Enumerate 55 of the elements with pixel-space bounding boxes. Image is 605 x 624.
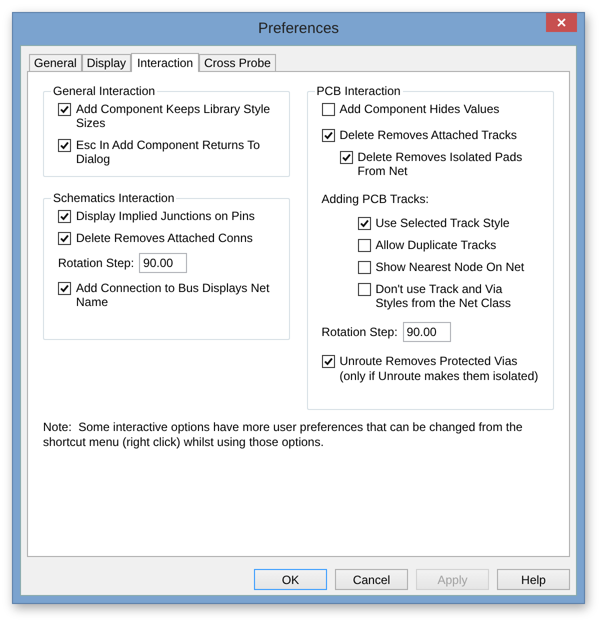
checkbox[interactable] — [322, 129, 334, 142]
dialog-button[interactable]: Cancel — [335, 569, 408, 590]
checkmark-icon — [60, 105, 69, 114]
section-label: Adding PCB Tracks: — [322, 191, 430, 208]
checkmark-icon — [60, 284, 69, 293]
checkbox-label[interactable]: Unroute Removes Protected Vias — [340, 354, 518, 368]
group-title: Schematics Interaction — [52, 190, 176, 207]
checkbox[interactable] — [58, 139, 71, 152]
field-label: Rotation Step: — [322, 324, 398, 341]
tab[interactable]: General — [29, 54, 82, 71]
close-button[interactable] — [546, 13, 577, 32]
option-note: (only if Unroute makes them isolated) — [340, 368, 539, 384]
checkbox[interactable] — [358, 283, 370, 296]
note-text: Note: Some interactive options have more user preferences that can be changed from the shortcut menu (right click) whilst using those options. — [43, 420, 524, 450]
checkbox-label[interactable]: Allow Duplicate Tracks — [376, 238, 496, 252]
group-title: PCB Interaction — [316, 83, 402, 100]
checkbox[interactable] — [358, 217, 370, 230]
checkmark-icon — [324, 357, 332, 366]
checkmark-icon — [60, 212, 69, 221]
checkbox-label[interactable]: Don't use Track and Via Styles from the Net Class — [376, 282, 526, 310]
checkbox[interactable] — [358, 261, 370, 274]
dialog-button[interactable]: OK — [254, 569, 327, 590]
tab[interactable]: Display — [82, 54, 132, 71]
checkbox[interactable] — [58, 282, 71, 295]
checkbox-label[interactable]: Delete Removes Attached Conns — [76, 231, 253, 245]
group-title: General Interaction — [52, 83, 156, 100]
field-label: Rotation Step: — [58, 255, 134, 272]
tab[interactable]: Interaction — [131, 53, 200, 72]
dialog-button[interactable]: Help — [497, 569, 570, 590]
rotation-step-field[interactable]: 90.00 — [139, 253, 188, 273]
checkbox-label[interactable]: Add Component Keeps Library Style Sizes — [76, 102, 274, 130]
checkbox-label[interactable]: Add Connection to Bus Displays Net Name — [76, 281, 274, 309]
checkbox[interactable] — [58, 103, 71, 116]
checkbox[interactable] — [322, 103, 334, 116]
checkbox[interactable] — [58, 210, 71, 223]
checkbox-label[interactable]: Add Component Hides Values — [340, 102, 500, 116]
tab[interactable]: Cross Probe — [199, 54, 276, 71]
checkmark-icon — [60, 234, 69, 243]
checkbox[interactable] — [358, 239, 370, 252]
close-icon — [557, 18, 566, 27]
checkbox-label[interactable]: Use Selected Track Style — [376, 216, 510, 230]
window-title: Preferences — [258, 18, 339, 39]
checkbox-label[interactable]: Display Implied Junctions on Pins — [76, 209, 255, 223]
rotation-step-field[interactable]: 90.00 — [402, 322, 451, 342]
checkmark-icon — [324, 131, 332, 140]
checkbox-label[interactable]: Show Nearest Node On Net — [376, 260, 524, 274]
checkbox-label[interactable]: Delete Removes Isolated Pads From Net — [358, 150, 539, 178]
checkbox-label[interactable]: Esc In Add Component Returns To Dialog — [76, 138, 274, 166]
checkmark-icon — [60, 141, 69, 150]
checkbox[interactable] — [340, 151, 352, 164]
checkmark-icon — [342, 153, 350, 162]
checkbox-label[interactable]: Delete Removes Attached Tracks — [340, 128, 517, 142]
checkbox[interactable] — [58, 232, 71, 245]
checkmark-icon — [360, 219, 368, 228]
checkbox[interactable] — [322, 355, 334, 368]
